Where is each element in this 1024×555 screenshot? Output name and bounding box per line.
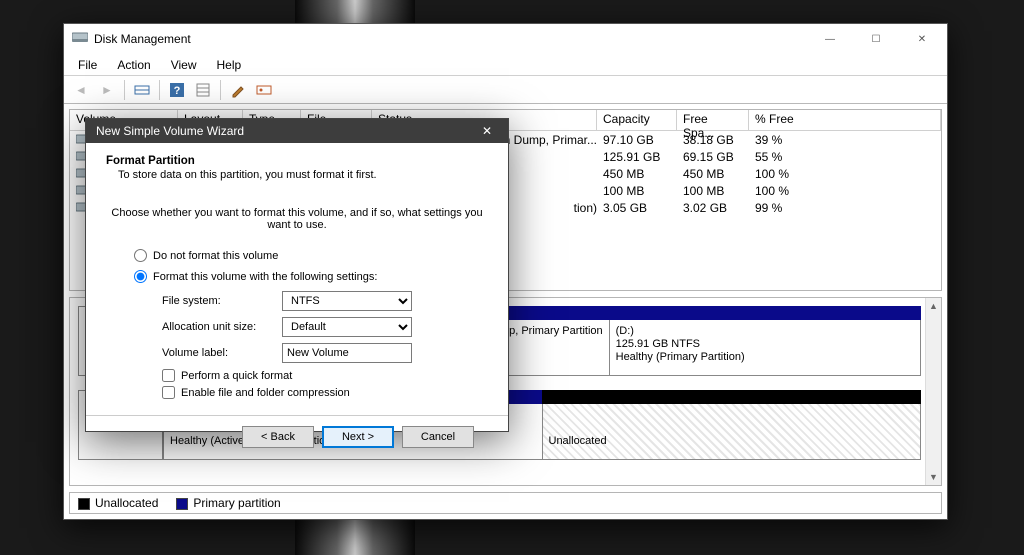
window-title: Disk Management xyxy=(94,32,191,46)
dialog-title: New Simple Volume Wizard xyxy=(96,124,244,138)
radio-format-with-settings[interactable]: Format this volume with the following se… xyxy=(134,270,488,283)
checkbox-compression[interactable]: Enable file and folder compression xyxy=(162,386,488,399)
volume-block-unallocated[interactable]: Unallocated xyxy=(542,391,921,459)
dialog-titlebar[interactable]: New Simple Volume Wizard ✕ xyxy=(86,119,508,143)
swatch-unalloc xyxy=(78,498,90,510)
radio-input[interactable] xyxy=(134,270,147,283)
filesystem-select[interactable]: NTFS xyxy=(282,291,412,311)
volume-letter: (D:) xyxy=(616,325,914,338)
pct-cell: 100 % xyxy=(749,167,795,181)
checkbox-label: Enable file and folder compression xyxy=(181,387,350,399)
free-cell: 69.15 GB xyxy=(677,150,749,164)
dialog-help-text: Choose whether you want to format this v… xyxy=(106,207,488,231)
pct-cell: 99 % xyxy=(749,201,788,215)
free-cell: 100 MB xyxy=(677,184,749,198)
free-cell: 38.18 GB xyxy=(677,133,749,147)
toolbar-divider xyxy=(124,80,125,100)
legend: Unallocated Primary partition xyxy=(69,492,942,514)
pct-cell: 100 % xyxy=(749,184,795,198)
menu-action[interactable]: Action xyxy=(107,56,160,74)
toolbar: ◄ ► ? xyxy=(64,76,947,104)
volume-status-text: Healthy (Primary Partition) xyxy=(616,351,914,364)
menu-help[interactable]: Help xyxy=(207,56,252,74)
help-icon[interactable]: ? xyxy=(166,79,188,101)
settings-icon[interactable] xyxy=(253,79,275,101)
close-button[interactable]: ✕ xyxy=(899,24,945,54)
pct-cell: 55 % xyxy=(749,150,788,164)
menubar: File Action View Help xyxy=(64,54,947,76)
next-button[interactable]: Next > xyxy=(322,426,394,448)
scroll-up-icon[interactable]: ▲ xyxy=(926,298,941,314)
radio-do-not-format[interactable]: Do not format this volume xyxy=(134,249,488,262)
col-free[interactable]: Free Spa... xyxy=(677,110,749,131)
checkbox-input[interactable] xyxy=(162,369,175,382)
back-button[interactable]: < Back xyxy=(242,426,314,448)
volume-label-label: Volume label: xyxy=(162,347,282,359)
free-cell: 450 MB xyxy=(677,167,749,181)
maximize-button[interactable]: ☐ xyxy=(853,24,899,54)
menu-view[interactable]: View xyxy=(161,56,207,74)
legend-primary: Primary partition xyxy=(176,496,280,510)
checkbox-input[interactable] xyxy=(162,386,175,399)
minimize-button[interactable]: — xyxy=(807,24,853,54)
filesystem-label: File system: xyxy=(162,295,282,307)
checkbox-label: Perform a quick format xyxy=(181,370,292,382)
dialog-body: Format Partition To store data on this p… xyxy=(86,143,508,448)
menu-file[interactable]: File xyxy=(68,56,107,74)
col-capacity[interactable]: Capacity xyxy=(597,110,677,131)
toolbar-divider xyxy=(220,80,221,100)
app-icon xyxy=(72,31,88,47)
capacity-cell: 100 MB xyxy=(597,184,677,198)
toolbar-divider xyxy=(159,80,160,100)
legend-unallocated: Unallocated xyxy=(78,496,158,510)
capacity-cell: 3.05 GB xyxy=(597,201,677,215)
svg-text:?: ? xyxy=(174,85,181,97)
pct-cell: 39 % xyxy=(749,133,788,147)
capacity-cell: 125.91 GB xyxy=(597,150,677,164)
volume-block[interactable]: (D:) 125.91 GB NTFS Healthy (Primary Par… xyxy=(609,307,920,375)
capacity-cell: 97.10 GB xyxy=(597,133,677,147)
volume-info: 125.91 GB NTFS xyxy=(616,338,914,351)
nav-back-icon[interactable]: ◄ xyxy=(70,79,92,101)
list-icon[interactable] xyxy=(192,79,214,101)
allocation-label: Allocation unit size: xyxy=(162,321,282,333)
volume-cap xyxy=(542,390,922,404)
nav-forward-icon[interactable]: ► xyxy=(96,79,118,101)
allocation-select[interactable]: Default xyxy=(282,317,412,337)
new-simple-volume-wizard: New Simple Volume Wizard ✕ Format Partit… xyxy=(85,118,509,432)
radio-label: Do not format this volume xyxy=(153,250,278,262)
pen-icon[interactable] xyxy=(227,79,249,101)
volume-status-text: Unallocated xyxy=(549,435,915,448)
dialog-subheading: To store data on this partition, you mus… xyxy=(118,169,488,181)
col-pctfree[interactable]: % Free xyxy=(749,110,941,131)
dialog-heading: Format Partition xyxy=(106,155,488,167)
titlebar[interactable]: Disk Management — ☐ ✕ xyxy=(64,24,947,54)
vertical-scrollbar[interactable]: ▲ ▼ xyxy=(925,298,941,485)
radio-label: Format this volume with the following se… xyxy=(153,271,377,283)
scroll-down-icon[interactable]: ▼ xyxy=(926,469,941,485)
free-cell: 3.02 GB xyxy=(677,201,749,215)
volume-label-input[interactable] xyxy=(282,343,412,363)
checkbox-quick-format[interactable]: Perform a quick format xyxy=(162,369,488,382)
volume-cap xyxy=(609,306,921,320)
capacity-cell: 450 MB xyxy=(597,167,677,181)
show-hide-icon[interactable] xyxy=(131,79,153,101)
swatch-primary xyxy=(176,498,188,510)
cancel-button[interactable]: Cancel xyxy=(402,426,474,448)
dialog-close-button[interactable]: ✕ xyxy=(472,121,502,141)
radio-input[interactable] xyxy=(134,249,147,262)
